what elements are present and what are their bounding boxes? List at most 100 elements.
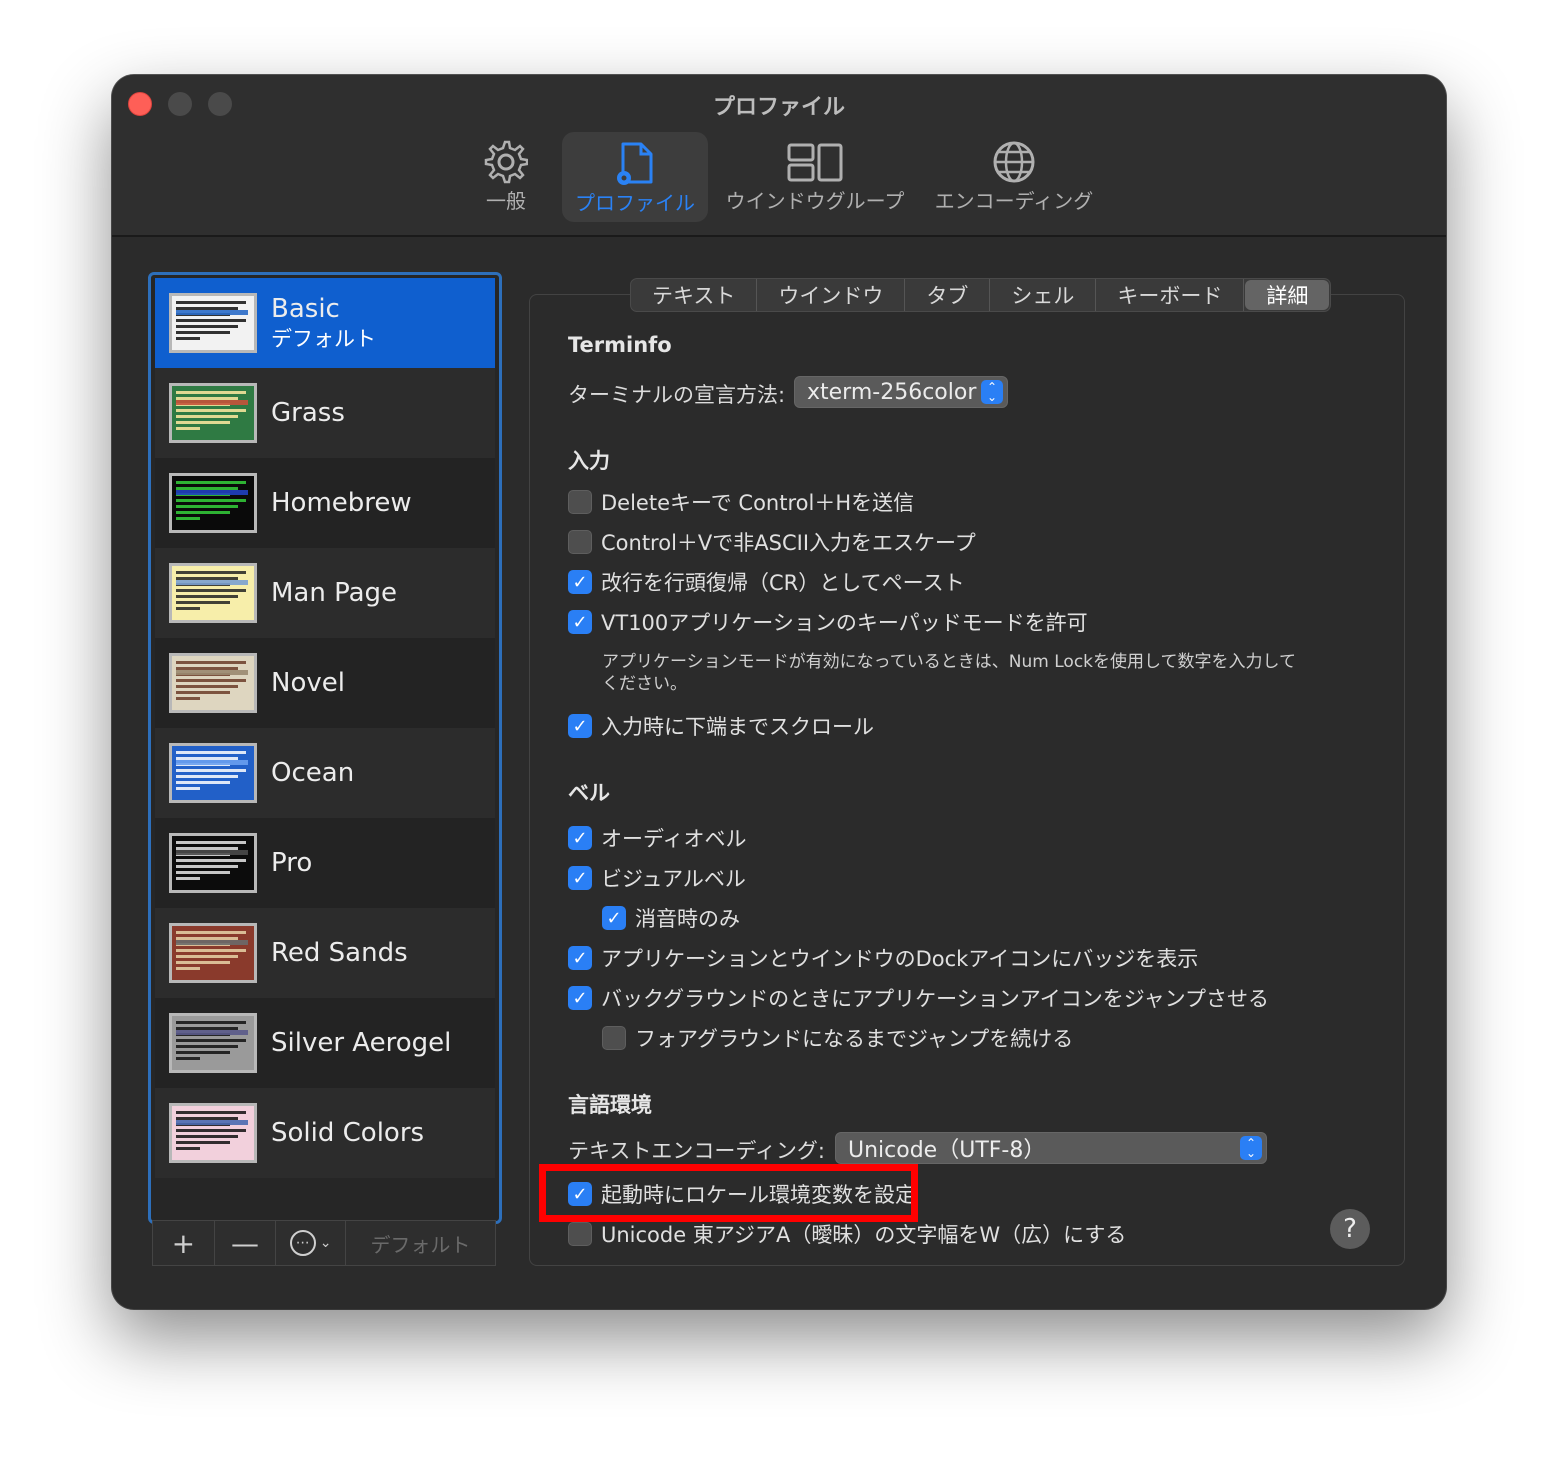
checkbox-label: VT100アプリケーションのキーパッドモードを許可: [601, 607, 1088, 637]
terminfo-heading: Terminfo: [568, 333, 672, 357]
profile-text: Silver Aerogel: [271, 1027, 451, 1059]
tab-4[interactable]: キーボード: [1096, 279, 1244, 311]
text-encoding-label: テキストエンコーディング:: [568, 1135, 825, 1165]
toolbar-encodings[interactable]: エンコーディング: [928, 132, 1100, 222]
profile-row[interactable]: Red Sands: [155, 908, 495, 998]
tab-5[interactable]: 詳細: [1245, 280, 1329, 310]
checkbox-label: 消音時のみ: [635, 903, 740, 933]
text-encoding-value: Unicode（UTF-8）: [848, 1132, 1045, 1164]
profile-default-label: デフォルト: [271, 325, 376, 353]
profile-name: Homebrew: [271, 487, 412, 519]
checkbox-label: ビジュアルベル: [601, 863, 746, 893]
more-actions-button[interactable]: ⋯ ⌄: [276, 1221, 346, 1265]
set-default-button[interactable]: デフォルト: [346, 1221, 495, 1265]
profile-row[interactable]: Pro: [155, 818, 495, 908]
profile-list-buttons: + — ⋯ ⌄ デフォルト: [152, 1220, 496, 1266]
profile-name: Ocean: [271, 757, 354, 789]
toolbar-label: 一般: [486, 188, 526, 214]
profile-text: Basicデフォルト: [271, 293, 376, 353]
profile-text: Homebrew: [271, 487, 412, 519]
profile-row[interactable]: Man Page: [155, 548, 495, 638]
setting-checkbox-row[interactable]: ✓ オーディオベル: [568, 823, 747, 853]
checkbox-label: オーディオベル: [601, 823, 747, 853]
setting-checkbox-row[interactable]: ✓ 消音時のみ: [602, 903, 740, 933]
profile-row[interactable]: Solid Colors: [155, 1088, 495, 1178]
toolbar-general[interactable]: 一般: [472, 132, 540, 222]
profile-thumbnail: [169, 473, 257, 533]
checkbox-label: 改行を行頭復帰（CR）としてペースト: [601, 567, 965, 597]
chevron-down-icon: ⌄: [320, 1235, 332, 1251]
profile-document-icon: [613, 140, 657, 186]
updown-chevron-icon: ⌃⌄: [981, 380, 1003, 404]
profile-thumbnail: [169, 563, 257, 623]
profile-name: Grass: [271, 397, 345, 429]
text-encoding-popup[interactable]: Unicode（UTF-8） ⌃⌄: [835, 1132, 1267, 1164]
profile-thumbnail: [169, 383, 257, 443]
setting-checkbox-row[interactable]: ✓アプリケーションとウインドウのDockアイコンにバッジを表示: [568, 943, 1198, 973]
checkbox[interactable]: ✓: [568, 986, 592, 1010]
profile-row[interactable]: Silver Aerogel: [155, 998, 495, 1088]
tab-0[interactable]: テキスト: [631, 279, 757, 311]
setting-checkbox-row[interactable]: ✓ ビジュアルベル: [568, 863, 746, 893]
setting-checkbox-row[interactable]: Deleteキーで Control＋Hを送信: [568, 487, 914, 517]
setting-checkbox-row[interactable]: ✓バックグラウンドのときにアプリケーションアイコンをジャンプさせる: [568, 983, 1269, 1013]
checkbox[interactable]: ✓: [568, 866, 592, 890]
toolbar-label: プロファイル: [575, 190, 695, 216]
checkbox[interactable]: ✓: [568, 714, 592, 738]
add-profile-button[interactable]: +: [153, 1221, 215, 1265]
checkbox[interactable]: [602, 1026, 626, 1050]
preferences-window: プロファイル 一般 プロファイル ウインドウグループ: [112, 75, 1446, 1309]
ellipsis-circle-icon: ⋯: [290, 1230, 316, 1256]
toolbar-label: エンコーディング: [935, 188, 1094, 214]
checkbox[interactable]: ✓: [568, 610, 592, 634]
profile-name: Solid Colors: [271, 1117, 424, 1149]
setting-checkbox-row[interactable]: Unicode 東アジアA（曖昧）の文字幅をW（広）にする: [568, 1219, 1126, 1249]
profile-text: Grass: [271, 397, 345, 429]
tab-1[interactable]: ウインドウ: [757, 279, 905, 311]
checkbox[interactable]: ✓: [568, 946, 592, 970]
toolbar-profiles[interactable]: プロファイル: [562, 132, 708, 222]
profile-thumbnail: [169, 1103, 257, 1163]
profile-thumbnail: [169, 1013, 257, 1073]
setting-checkbox-row[interactable]: ✓ VT100アプリケーションのキーパッドモードを許可: [568, 607, 1088, 637]
window-title: プロファイル: [112, 89, 1446, 121]
setting-checkbox-row[interactable]: Control＋Vで非ASCII入力をエスケープ: [568, 527, 976, 557]
globe-icon: [992, 140, 1036, 184]
profile-name: Novel: [271, 667, 345, 699]
profile-name: Pro: [271, 847, 312, 879]
profile-text: Pro: [271, 847, 312, 879]
profile-thumbnail: [169, 653, 257, 713]
window-group-icon: [786, 140, 844, 184]
toolbar-label: ウインドウグループ: [726, 188, 905, 214]
help-button[interactable]: ?: [1330, 1209, 1370, 1249]
terminal-type-value: xterm-256color: [807, 380, 976, 405]
setting-checkbox-row[interactable]: ✓ 改行を行頭復帰（CR）としてペースト: [568, 567, 965, 597]
checkbox[interactable]: [568, 490, 592, 514]
checkbox[interactable]: [568, 1222, 592, 1246]
settings-tabs: テキストウインドウタブシェルキーボード詳細: [630, 278, 1331, 312]
checkbox[interactable]: ✓: [568, 826, 592, 850]
remove-profile-button[interactable]: —: [215, 1221, 277, 1265]
profile-list[interactable]: Basicデフォルト Grass Homebrew Man Page Novel Ocea…: [148, 272, 502, 1224]
tab-3[interactable]: シェル: [990, 279, 1096, 311]
checkbox[interactable]: ✓: [602, 906, 626, 930]
titlebar: プロファイル 一般 プロファイル ウインドウグループ: [112, 75, 1446, 237]
checkbox-label: 入力時に下端までスクロール: [601, 711, 874, 741]
settings-panel: [529, 294, 1405, 1266]
profile-text: Red Sands: [271, 937, 408, 969]
profile-row[interactable]: Homebrew: [155, 458, 495, 548]
profile-name: Red Sands: [271, 937, 408, 969]
profile-row[interactable]: Novel: [155, 638, 495, 728]
terminal-type-popup[interactable]: xterm-256color ⌃⌄: [794, 376, 1008, 408]
profile-row[interactable]: Grass: [155, 368, 495, 458]
tab-2[interactable]: タブ: [905, 279, 990, 311]
scroll-on-input-checkbox[interactable]: ✓ 入力時に下端までスクロール: [568, 711, 874, 741]
setting-checkbox-row[interactable]: フォアグラウンドになるまでジャンプを続ける: [602, 1023, 1073, 1053]
profile-name: Man Page: [271, 577, 397, 609]
checkbox[interactable]: ✓: [568, 570, 592, 594]
profile-row[interactable]: Ocean: [155, 728, 495, 818]
profile-thumbnail: [169, 923, 257, 983]
checkbox[interactable]: [568, 530, 592, 554]
profile-row[interactable]: Basicデフォルト: [155, 278, 495, 368]
toolbar-window-groups[interactable]: ウインドウグループ: [720, 132, 910, 222]
